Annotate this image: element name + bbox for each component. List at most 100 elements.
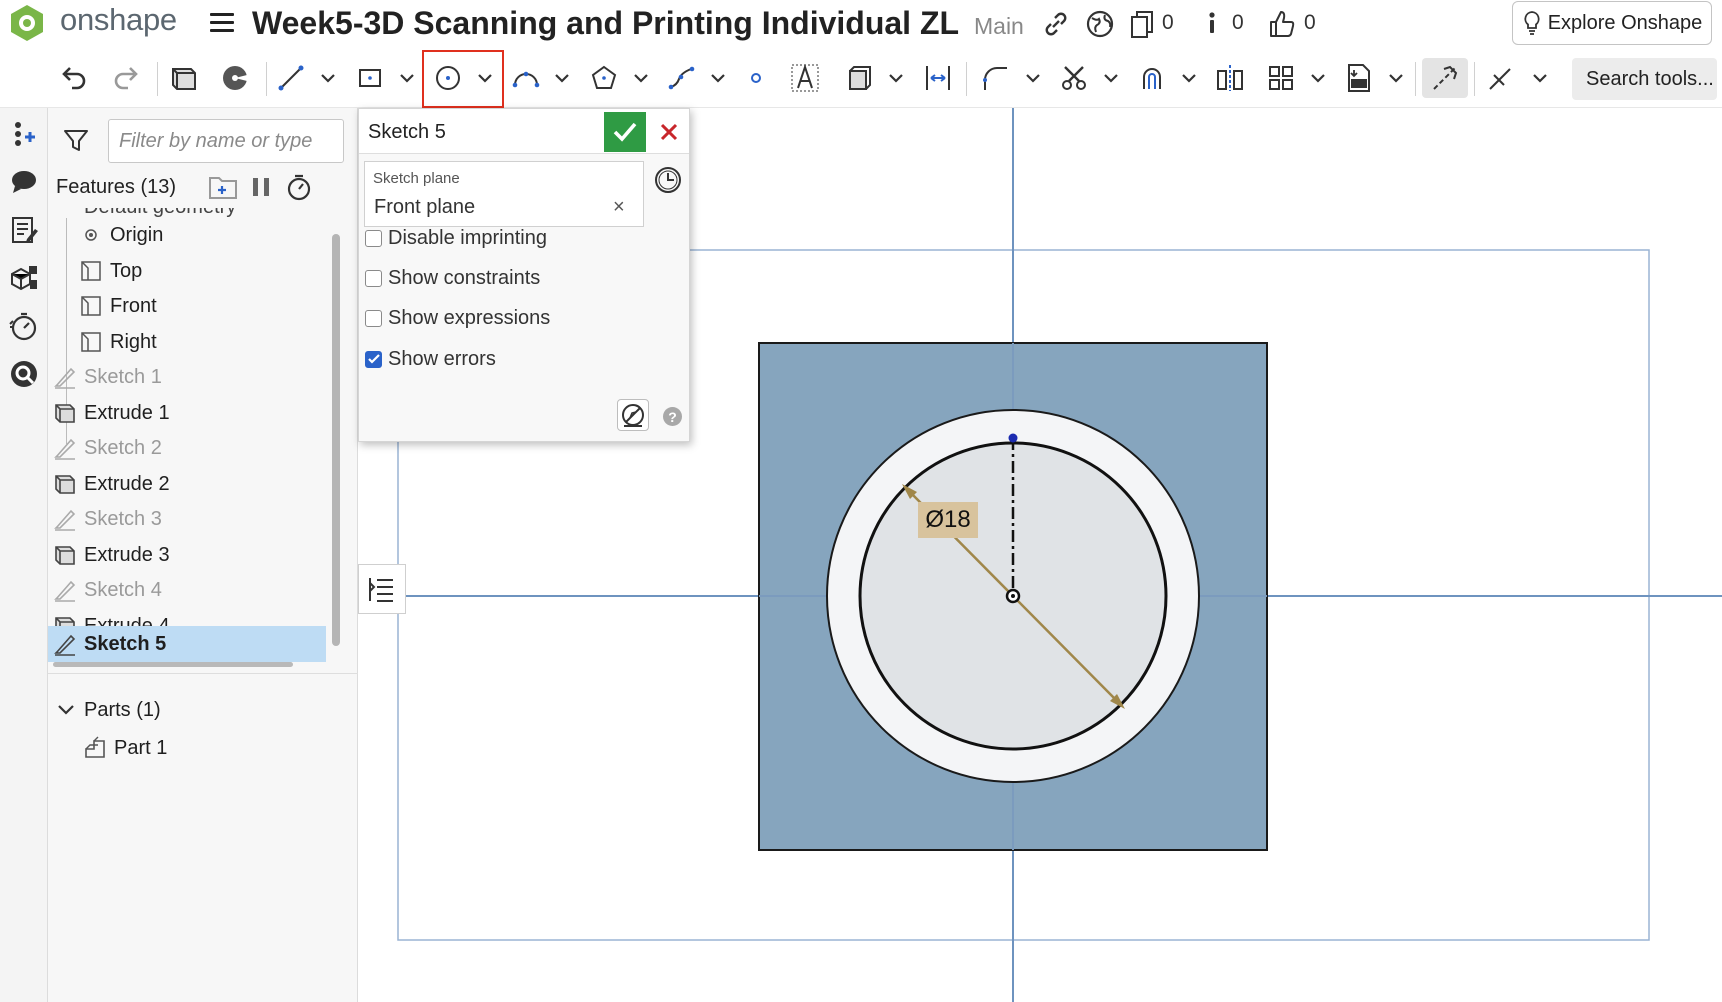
- text-tool-icon[interactable]: [786, 58, 824, 98]
- chevron-down-icon[interactable]: [1307, 58, 1329, 98]
- accept-button[interactable]: [604, 112, 646, 152]
- cancel-button[interactable]: [650, 112, 688, 152]
- explore-onshape-button[interactable]: Explore Onshape: [1512, 1, 1712, 45]
- feature-list-toggle-icon[interactable]: [358, 564, 406, 614]
- feature-tree-scrollbar[interactable]: [332, 234, 340, 646]
- chevron-down-icon[interactable]: [885, 58, 907, 98]
- chevron-down-icon[interactable]: [396, 58, 418, 98]
- branch-name[interactable]: Main: [974, 13, 1024, 40]
- construction-tool-icon[interactable]: [1422, 58, 1468, 98]
- chevron-down-icon[interactable]: [551, 58, 573, 98]
- fillet-tool-icon[interactable]: [976, 58, 1014, 98]
- globe-icon[interactable]: [1084, 8, 1116, 40]
- feature-item-sketch-1[interactable]: Sketch 1: [52, 360, 332, 394]
- filter-input[interactable]: [108, 119, 344, 163]
- feature-item-front[interactable]: Front: [78, 289, 348, 323]
- part-item[interactable]: Part 1: [82, 731, 362, 765]
- show-errors-checkbox[interactable]: Show errors: [365, 345, 496, 373]
- feature-item-extrude-2[interactable]: Extrude 2: [52, 467, 332, 501]
- extrude-icon: [52, 400, 78, 426]
- chevron-down-icon[interactable]: [1022, 58, 1044, 98]
- feature-item-label: Extrude 1: [84, 401, 170, 424]
- circle-tool-icon[interactable]: [429, 58, 467, 98]
- constraints-tool-icon[interactable]: [1482, 58, 1520, 98]
- use-tool-icon[interactable]: [840, 58, 878, 98]
- like-icon[interactable]: [1266, 8, 1298, 40]
- sketch-plane-field[interactable]: Sketch plane Front plane ×: [364, 161, 644, 227]
- checkbox-label: Disable imprinting: [388, 226, 547, 249]
- parts-insert-icon[interactable]: [4, 258, 44, 298]
- filter-icon[interactable]: [62, 126, 90, 154]
- parts-folder[interactable]: Parts (1): [54, 693, 334, 727]
- arc-tool-icon[interactable]: [507, 58, 545, 98]
- revolve-icon[interactable]: [216, 58, 254, 98]
- help-icon[interactable]: ?: [663, 407, 682, 426]
- show-constraints-checkbox[interactable]: Show constraints: [365, 264, 540, 292]
- feature-item-extrude-3[interactable]: Extrude 3: [52, 538, 332, 572]
- panel-divider: [48, 673, 358, 674]
- trim-tool-icon[interactable]: [1055, 58, 1093, 98]
- document-header: onshape Week5-3D Scanning and Printing I…: [0, 0, 1722, 50]
- clock-icon[interactable]: [653, 165, 683, 195]
- add-variable-icon[interactable]: [4, 114, 44, 154]
- point-tool-icon[interactable]: [737, 58, 775, 98]
- versions-icon[interactable]: [1126, 8, 1158, 40]
- pattern-tool-icon[interactable]: [1262, 58, 1300, 98]
- feature-item-sketch-2[interactable]: Sketch 2: [52, 431, 332, 465]
- feature-item-top[interactable]: Top: [78, 254, 348, 288]
- chevron-down-icon[interactable]: [1100, 58, 1122, 98]
- document-title[interactable]: Week5-3D Scanning and Printing Individua…: [252, 5, 959, 42]
- comments-icon[interactable]: [4, 162, 44, 202]
- checkmark-icon: [613, 122, 637, 142]
- feature-tree: Default geometry Origin Top Front Right …: [48, 206, 348, 771]
- chevron-down-icon[interactable]: [630, 58, 652, 98]
- redo-icon[interactable]: [107, 58, 145, 98]
- mirror-tool-icon[interactable]: [1211, 58, 1249, 98]
- feature-item-sketch-5[interactable]: Sketch 5: [48, 626, 326, 662]
- rectangle-tool-icon[interactable]: [351, 58, 389, 98]
- app-store-icon[interactable]: [4, 354, 44, 394]
- add-folder-icon[interactable]: [208, 172, 238, 202]
- info-icon[interactable]: [1196, 8, 1228, 40]
- chevron-down-icon[interactable]: [1385, 58, 1407, 98]
- chevron-down-icon[interactable]: [317, 58, 339, 98]
- spline-tool-icon[interactable]: [663, 58, 701, 98]
- extrude-icon[interactable]: [165, 58, 203, 98]
- feature-item-origin[interactable]: Origin: [78, 218, 348, 252]
- search-tools-input[interactable]: Search tools...: [1572, 58, 1717, 100]
- diameter-dimension-label[interactable]: Ø18: [918, 502, 978, 538]
- polygon-tool-icon[interactable]: [585, 58, 623, 98]
- link-icon[interactable]: [1040, 8, 1072, 40]
- sketch-toolbar: Search tools...: [0, 50, 1722, 108]
- show-expressions-checkbox[interactable]: Show expressions: [365, 304, 550, 332]
- versions-count: 0: [1162, 11, 1174, 34]
- feature-item-right[interactable]: Right: [78, 325, 348, 359]
- feature-tree-horizontal-scrollbar[interactable]: [53, 662, 293, 667]
- chevron-down-icon[interactable]: [707, 58, 729, 98]
- chevron-down-icon[interactable]: [1529, 58, 1551, 98]
- dialog-header: Sketch 5: [359, 109, 689, 154]
- onshape-logo-icon[interactable]: [10, 4, 44, 42]
- history-timer-icon[interactable]: [4, 306, 44, 346]
- chevron-down-icon[interactable]: [1178, 58, 1200, 98]
- offset-tool-icon[interactable]: [1133, 58, 1171, 98]
- clear-selection-icon[interactable]: ×: [613, 196, 625, 219]
- feature-item-sketch-4[interactable]: Sketch 4: [52, 573, 332, 607]
- stopwatch-icon[interactable]: [284, 172, 314, 202]
- line-tool-icon[interactable]: [272, 58, 310, 98]
- sketch-settings-icon[interactable]: [617, 399, 649, 431]
- undo-icon[interactable]: [55, 58, 93, 98]
- notes-icon[interactable]: [4, 210, 44, 250]
- pause-icon[interactable]: [246, 172, 276, 202]
- main-menu-icon[interactable]: [210, 13, 234, 35]
- dimension-tool-icon[interactable]: [919, 58, 957, 98]
- sketch-plane-label: Sketch plane: [373, 170, 460, 187]
- feature-item-extrude-1[interactable]: Extrude 1: [52, 396, 332, 430]
- sketch-icon: [52, 631, 78, 657]
- feature-item-sketch-3[interactable]: Sketch 3: [52, 502, 332, 536]
- chevron-down-icon[interactable]: [474, 58, 496, 98]
- checkbox-label: Show constraints: [388, 266, 541, 289]
- disable-imprinting-checkbox[interactable]: Disable imprinting: [365, 224, 547, 252]
- circle-top-point: [1008, 433, 1018, 443]
- dxf-import-icon[interactable]: [1340, 58, 1378, 98]
